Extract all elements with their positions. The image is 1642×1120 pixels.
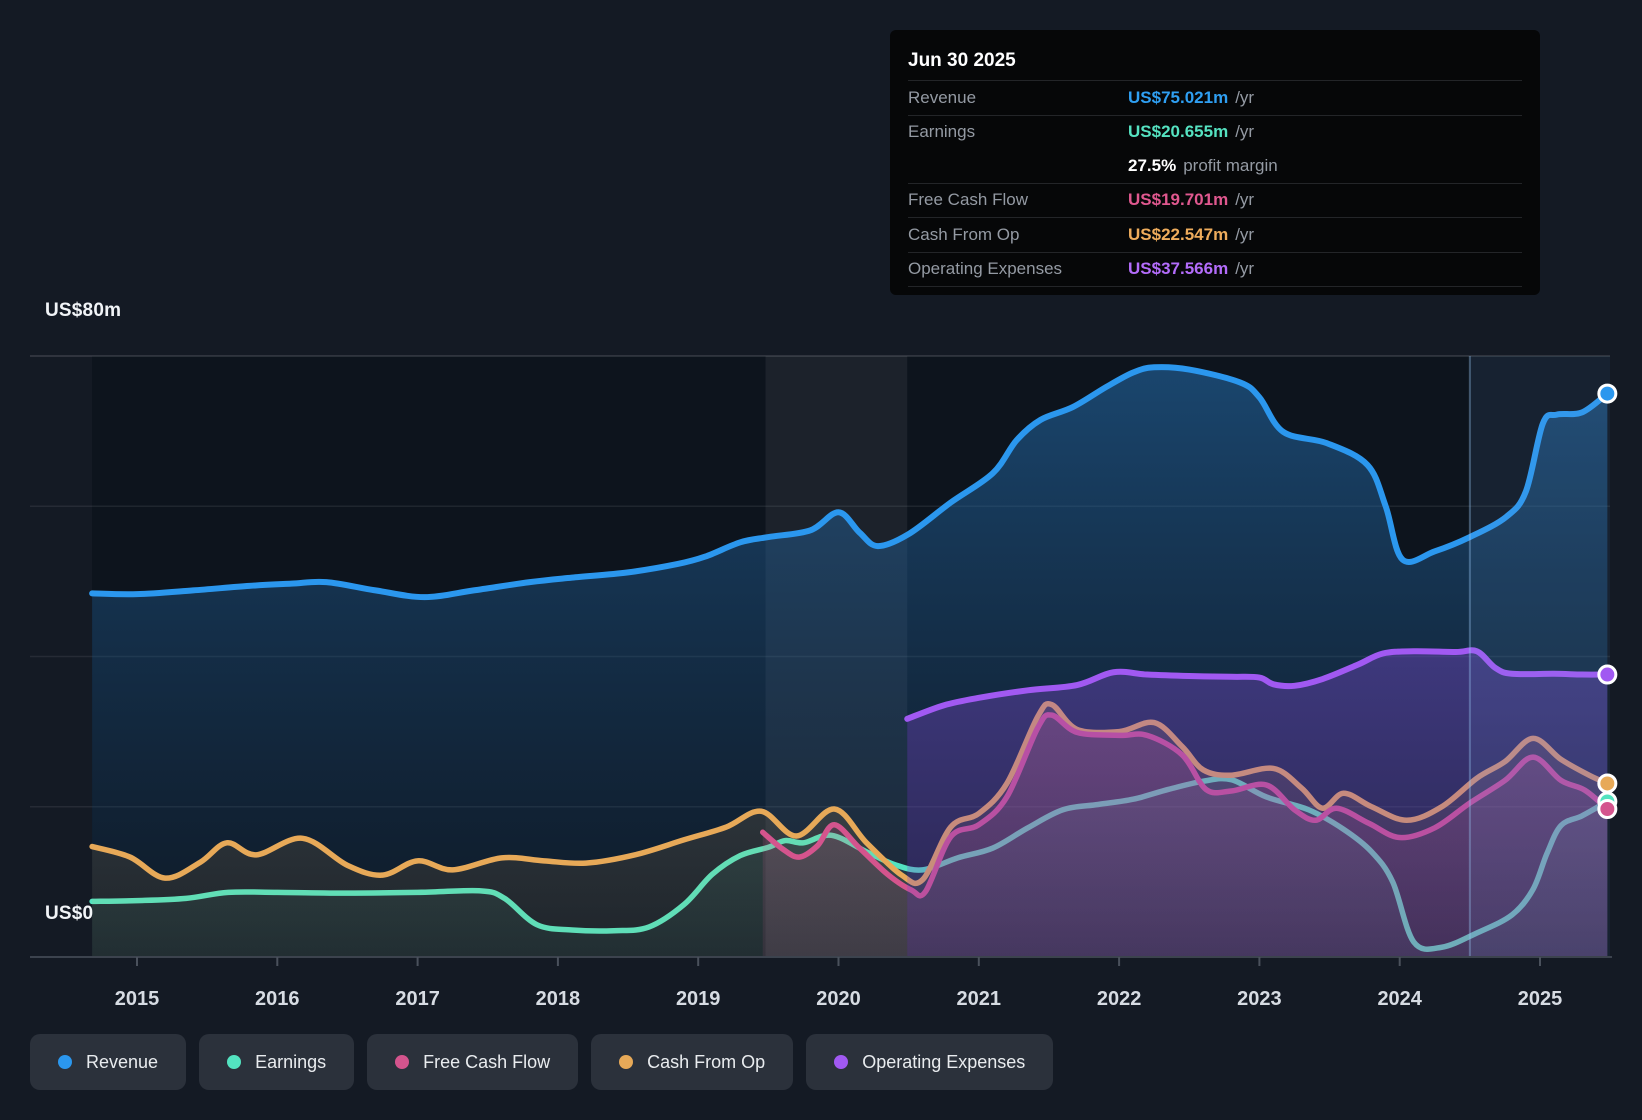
x-tick-label-2024: 2024	[1377, 988, 1422, 1010]
legend-label-operating-expenses: Operating Expenses	[862, 1051, 1026, 1072]
legend: Revenue Earnings Free Cash Flow Cash Fro…	[30, 1034, 1054, 1090]
y-axis-zero-label: US$0	[45, 903, 94, 924]
cash-from-op-end-marker	[1597, 773, 1618, 794]
revenue-unit: /yr	[1235, 87, 1255, 107]
legend-item-revenue[interactable]: Revenue	[30, 1034, 187, 1090]
tooltip-row-cashop: Cash From Op US$22.547m /yr	[908, 218, 1522, 253]
x-tick-label-2019: 2019	[676, 988, 721, 1010]
tooltip-row-earnings: Earnings US$20.655m /yr	[908, 116, 1522, 150]
x-tick-label-2021: 2021	[957, 988, 1002, 1010]
x-tick-label-2016: 2016	[255, 988, 300, 1010]
tooltip-date: Jun 30 2025	[908, 42, 1522, 81]
legend-label-revenue: Revenue	[86, 1051, 159, 1072]
x-tick-label-2020: 2020	[816, 988, 861, 1010]
x-tick-label-2015: 2015	[115, 988, 160, 1010]
legend-label-free-cash-flow: Free Cash Flow	[423, 1051, 551, 1072]
tooltip-row-fcf: Free Cash Flow US$19.701m /yr	[908, 184, 1522, 218]
earnings-value: US$20.655m	[1128, 122, 1229, 142]
legend-item-free-cash-flow[interactable]: Free Cash Flow	[367, 1034, 579, 1090]
legend-item-earnings[interactable]: Earnings	[199, 1034, 355, 1090]
y-axis-top-label: US$80m	[45, 300, 122, 321]
revenue-value: US$75.021m	[1128, 87, 1229, 107]
opex-unit: /yr	[1235, 259, 1255, 279]
opex-label: Operating Expenses	[908, 259, 1063, 279]
x-tick-label-2017: 2017	[395, 988, 440, 1010]
legend-item-operating-expenses[interactable]: Operating Expenses	[806, 1034, 1054, 1090]
earnings-dot-icon	[227, 1055, 242, 1069]
page: 2015 2016 2017 2018 2019 2020 2021 2022 2023 2024…	[0, 0, 1642, 1120]
earnings-label: Earnings	[908, 122, 976, 142]
fcf-value: US$19.701m	[1128, 190, 1229, 210]
x-tick-label-2025: 2025	[1518, 988, 1563, 1010]
opex-value: US$37.566m	[1128, 259, 1229, 279]
cashop-unit: /yr	[1235, 224, 1255, 244]
x-tick-label-2018: 2018	[536, 988, 581, 1010]
legend-label-earnings: Earnings	[255, 1051, 327, 1072]
cash-from-op-dot-icon	[619, 1055, 634, 1069]
free-cash-flow-dot-icon	[395, 1055, 410, 1069]
legend-label-cash-from-op: Cash From Op	[647, 1051, 766, 1072]
profit-margin-text: profit margin	[1183, 155, 1278, 175]
revenue-dot-icon	[58, 1055, 72, 1069]
profit-margin-value: 27.5%	[1128, 155, 1177, 175]
x-tick-label-2022: 2022	[1097, 988, 1142, 1010]
legend-item-cash-from-op[interactable]: Cash From Op	[591, 1034, 794, 1090]
tooltip-row-profit-margin: 27.5% profit margin	[908, 149, 1522, 184]
fcf-label: Free Cash Flow	[908, 190, 1028, 210]
free-cash-flow-end-marker	[1597, 799, 1618, 820]
cashop-value: US$22.547m	[1128, 224, 1229, 244]
revenue-label: Revenue	[908, 87, 977, 107]
cashop-label: Cash From Op	[908, 224, 1020, 244]
tooltip-row-revenue: Revenue US$75.021m /yr	[908, 81, 1522, 116]
revenue-end-marker	[1597, 383, 1618, 404]
forecast-region	[1469, 356, 1610, 957]
earnings-unit: /yr	[1235, 122, 1255, 142]
operating-expenses-end-marker	[1597, 664, 1618, 685]
fcf-unit: /yr	[1235, 190, 1255, 210]
tooltip-row-opex: Operating Expenses US$37.566m /yr	[908, 253, 1522, 287]
data-tooltip: Jun 30 2025 Revenue US$75.021m /yr Earni…	[890, 30, 1540, 295]
operating-expenses-dot-icon	[834, 1055, 849, 1069]
x-tick-label-2023: 2023	[1237, 988, 1282, 1010]
